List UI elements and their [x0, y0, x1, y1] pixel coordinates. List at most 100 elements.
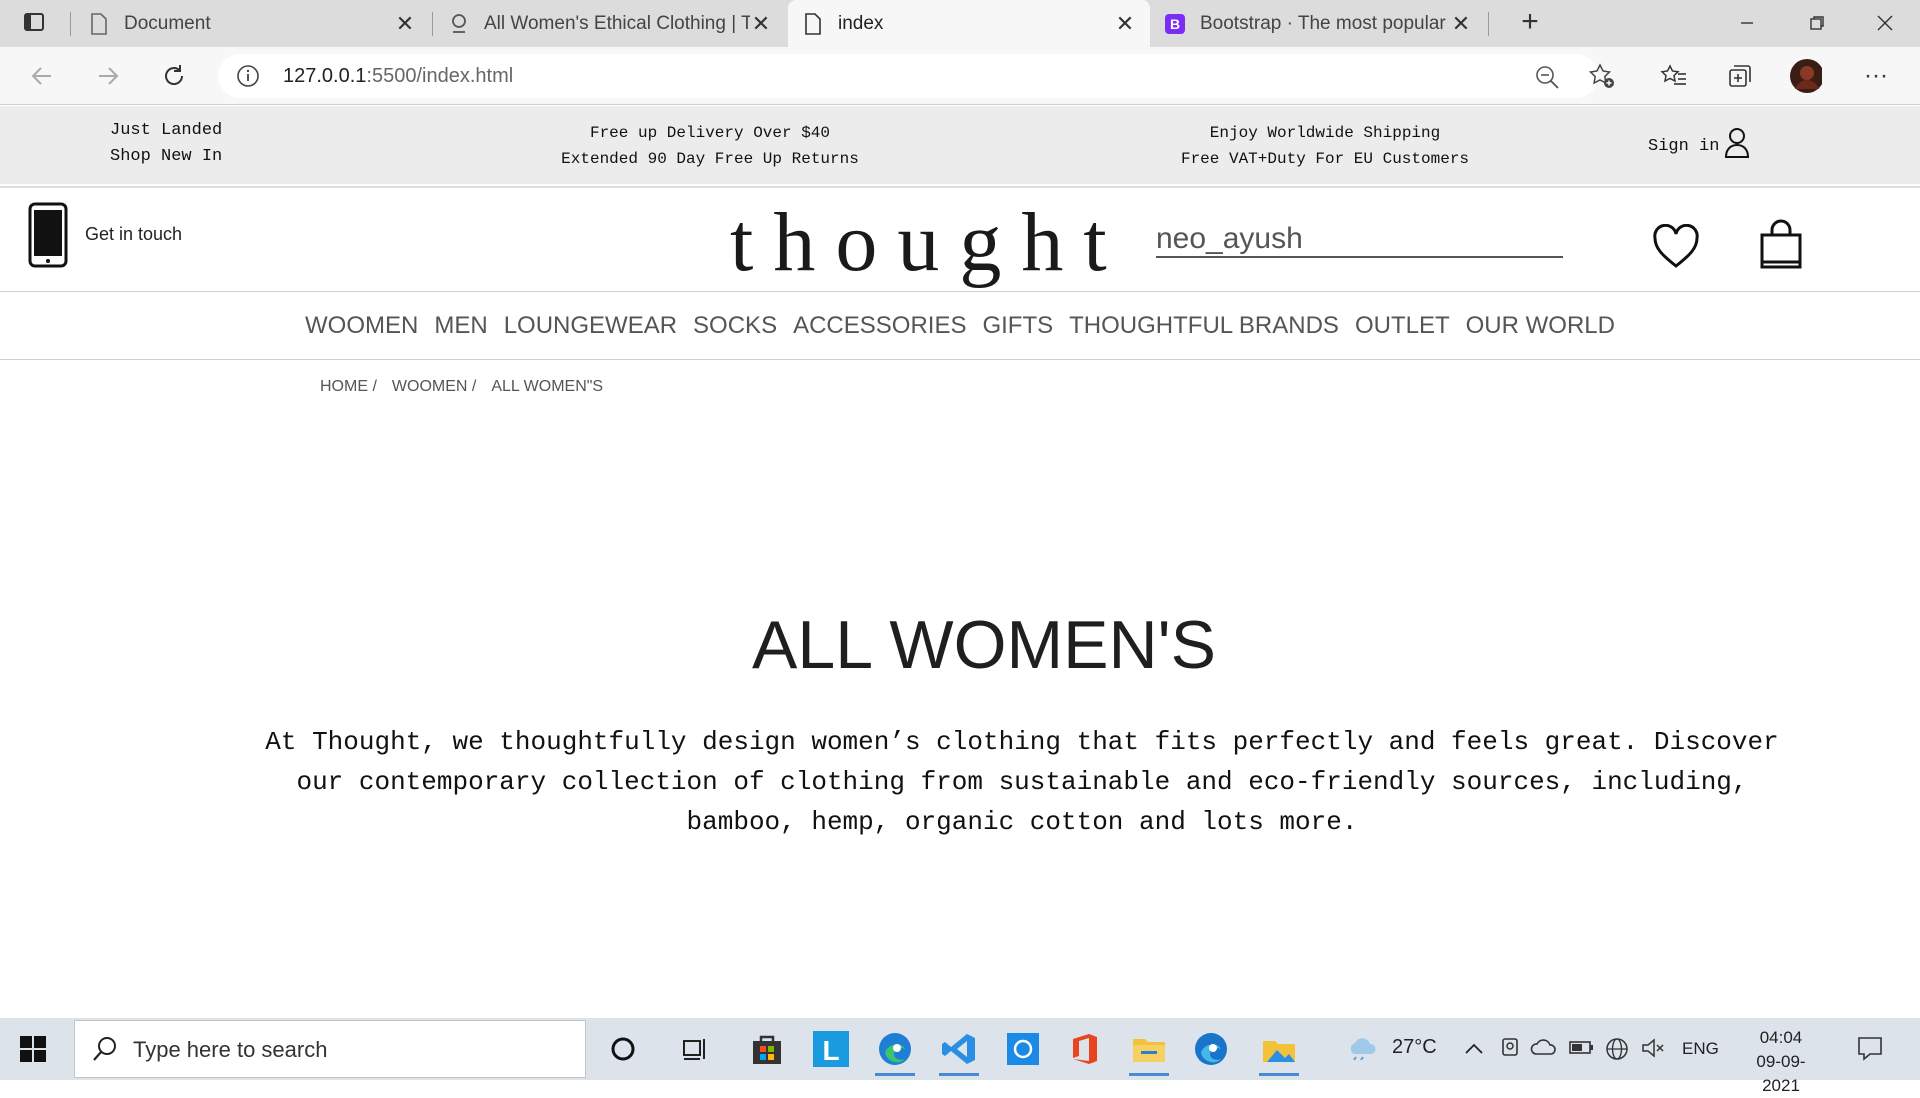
page-description: At Thought, we thoughtfully design women…: [265, 727, 1779, 837]
minimize-icon[interactable]: [1716, 0, 1778, 46]
more-options-icon[interactable]: ···: [1860, 60, 1892, 92]
breadcrumb-current: ALL WOMEN"S: [491, 378, 604, 395]
language-indicator[interactable]: ENG: [1682, 1039, 1719, 1059]
clock-time: 04:04: [1759, 1028, 1803, 1047]
browser-tab-bar: Document ✕ All Women's Ethical Clothing …: [0, 0, 1920, 47]
tab-separator: [1488, 12, 1489, 36]
zoom-out-icon[interactable]: [1534, 64, 1560, 95]
close-icon[interactable]: ✕: [1450, 11, 1472, 36]
windows-start-icon[interactable]: [20, 1036, 46, 1062]
sign-in-label: Sign in: [1648, 137, 1720, 156]
vscode-icon[interactable]: [936, 1026, 982, 1076]
photos-icon[interactable]: [1256, 1026, 1302, 1076]
nav-item-women[interactable]: WOOMEN: [305, 312, 418, 340]
tab-bootstrap[interactable]: B Bootstrap · The most popular HT ✕: [1150, 0, 1486, 47]
taskbar-search-placeholder: Type here to search: [133, 1037, 328, 1062]
promo-center: Free up Delivery Over $40 Extended 90 Da…: [540, 120, 880, 172]
restore-icon[interactable]: [1786, 0, 1848, 46]
info-icon[interactable]: [236, 64, 260, 93]
user-icon: [1723, 126, 1751, 168]
microsoft-store-icon[interactable]: [744, 1026, 790, 1072]
temperature-text[interactable]: 27°C: [1392, 1036, 1437, 1059]
new-tab-icon[interactable]: +: [1518, 5, 1542, 38]
add-favorite-icon[interactable]: [1586, 60, 1618, 92]
web-page: Just Landed Shop New In Free up Delivery…: [0, 106, 1920, 1018]
tab-title: All Women's Ethical Clothing | Th: [484, 12, 750, 34]
edge-icon[interactable]: [872, 1026, 918, 1076]
file-explorer-icon[interactable]: [1126, 1026, 1172, 1076]
onedrive-icon[interactable]: [1530, 1036, 1558, 1064]
office-icon[interactable]: [1062, 1026, 1108, 1072]
close-icon[interactable]: ✕: [394, 11, 416, 36]
address-bar[interactable]: 127.0.0.1:5500/index.html: [218, 54, 1598, 98]
cortana-icon[interactable]: [600, 1026, 646, 1072]
tab-thought[interactable]: All Women's Ethical Clothing | Th ✕: [434, 0, 786, 47]
search-input[interactable]: [1156, 222, 1563, 258]
promo-left-line2: Shop New In: [110, 147, 223, 166]
refresh-icon[interactable]: [158, 60, 190, 92]
shopping-bag-icon[interactable]: [1758, 218, 1804, 275]
back-icon[interactable]: [26, 60, 58, 92]
svg-text:B: B: [1170, 16, 1180, 32]
launcher-l-icon[interactable]: L: [808, 1026, 854, 1072]
nav-item-our-world[interactable]: OUR WORLD: [1466, 312, 1615, 340]
breadcrumb-home[interactable]: HOME /: [320, 378, 377, 396]
site-header: Get in touch thought: [0, 186, 1920, 292]
close-icon[interactable]: ✕: [750, 11, 772, 36]
tab-title: Bootstrap · The most popular HT: [1200, 12, 1450, 34]
tab-separator: [70, 12, 71, 36]
notifications-icon[interactable]: [1856, 1034, 1884, 1068]
page-icon: [88, 12, 110, 35]
page-title: ALL WOMEN'S: [752, 607, 1216, 683]
clock[interactable]: 04:04 09-09-2021: [1738, 1026, 1824, 1098]
nav-item-outlet[interactable]: OUTLET: [1355, 312, 1450, 340]
promo-strip: Just Landed Shop New In Free up Delivery…: [0, 106, 1920, 184]
logo-text: thought: [730, 196, 1127, 289]
edge-beta-icon[interactable]: [1188, 1026, 1234, 1072]
weather-icon[interactable]: [1346, 1034, 1380, 1066]
nav-item-men[interactable]: MEN: [434, 312, 487, 340]
url-text[interactable]: 127.0.0.1:5500/index.html: [283, 65, 513, 88]
promo-center-line2: Extended 90 Day Free Up Returns: [561, 150, 859, 168]
site-logo[interactable]: thought: [730, 194, 1127, 291]
tab-separator: [432, 12, 433, 36]
forward-icon[interactable]: [92, 60, 124, 92]
search-icon: [91, 1035, 119, 1068]
clock-date: 09-09-2021: [1756, 1052, 1806, 1095]
battery-icon[interactable]: [1568, 1036, 1596, 1064]
favorites-icon[interactable]: [1658, 60, 1690, 92]
promo-left-line1: Just Landed: [110, 121, 223, 140]
taskbar-search-box[interactable]: Type here to search: [74, 1020, 586, 1078]
sign-in-link[interactable]: Sign in: [1648, 126, 1751, 168]
nav-item-accessories[interactable]: ACCESSORIES: [793, 312, 966, 340]
promo-right: Enjoy Worldwide Shipping Free VAT+Duty F…: [1160, 120, 1490, 172]
breadcrumb-women[interactable]: WOOMEN /: [392, 378, 476, 396]
chevron-up-icon[interactable]: [1464, 1038, 1484, 1061]
meet-now-icon[interactable]: [1500, 1036, 1522, 1066]
volume-muted-icon[interactable]: [1640, 1036, 1666, 1066]
breadcrumb: HOME / WOOMEN / ALL WOMEN"S: [320, 378, 618, 396]
network-globe-icon[interactable]: [1604, 1036, 1630, 1068]
tab-document[interactable]: Document ✕: [74, 0, 430, 47]
page-icon: [802, 12, 824, 35]
nav-item-thoughtful-brands[interactable]: THOUGHTFUL BRANDS: [1069, 312, 1339, 340]
promo-center-line1: Free up Delivery Over $40: [589, 124, 831, 142]
phone-icon[interactable]: [28, 202, 68, 273]
tab-title: index: [838, 12, 884, 34]
close-window-icon[interactable]: [1854, 0, 1916, 46]
heart-icon[interactable]: [1652, 223, 1700, 275]
tab-actions-icon[interactable]: [22, 10, 46, 34]
get-in-touch-link[interactable]: Get in touch: [85, 224, 182, 245]
avatar[interactable]: [1790, 59, 1822, 93]
promo-right-line1: Enjoy Worldwide Shipping: [1209, 124, 1441, 142]
collections-icon[interactable]: [1724, 60, 1756, 92]
nav-item-gifts[interactable]: GIFTS: [982, 312, 1053, 340]
blue-app-icon[interactable]: [1000, 1026, 1046, 1072]
close-icon[interactable]: ✕: [1114, 11, 1136, 36]
task-view-icon[interactable]: [672, 1026, 718, 1072]
nav-item-socks[interactable]: SOCKS: [693, 312, 777, 340]
just-landed-link[interactable]: Just Landed Shop New In: [110, 118, 222, 170]
svg-text:L: L: [822, 1035, 839, 1066]
tab-index[interactable]: index ✕: [788, 0, 1150, 47]
nav-item-loungewear[interactable]: LOUNGEWEAR: [504, 312, 677, 340]
